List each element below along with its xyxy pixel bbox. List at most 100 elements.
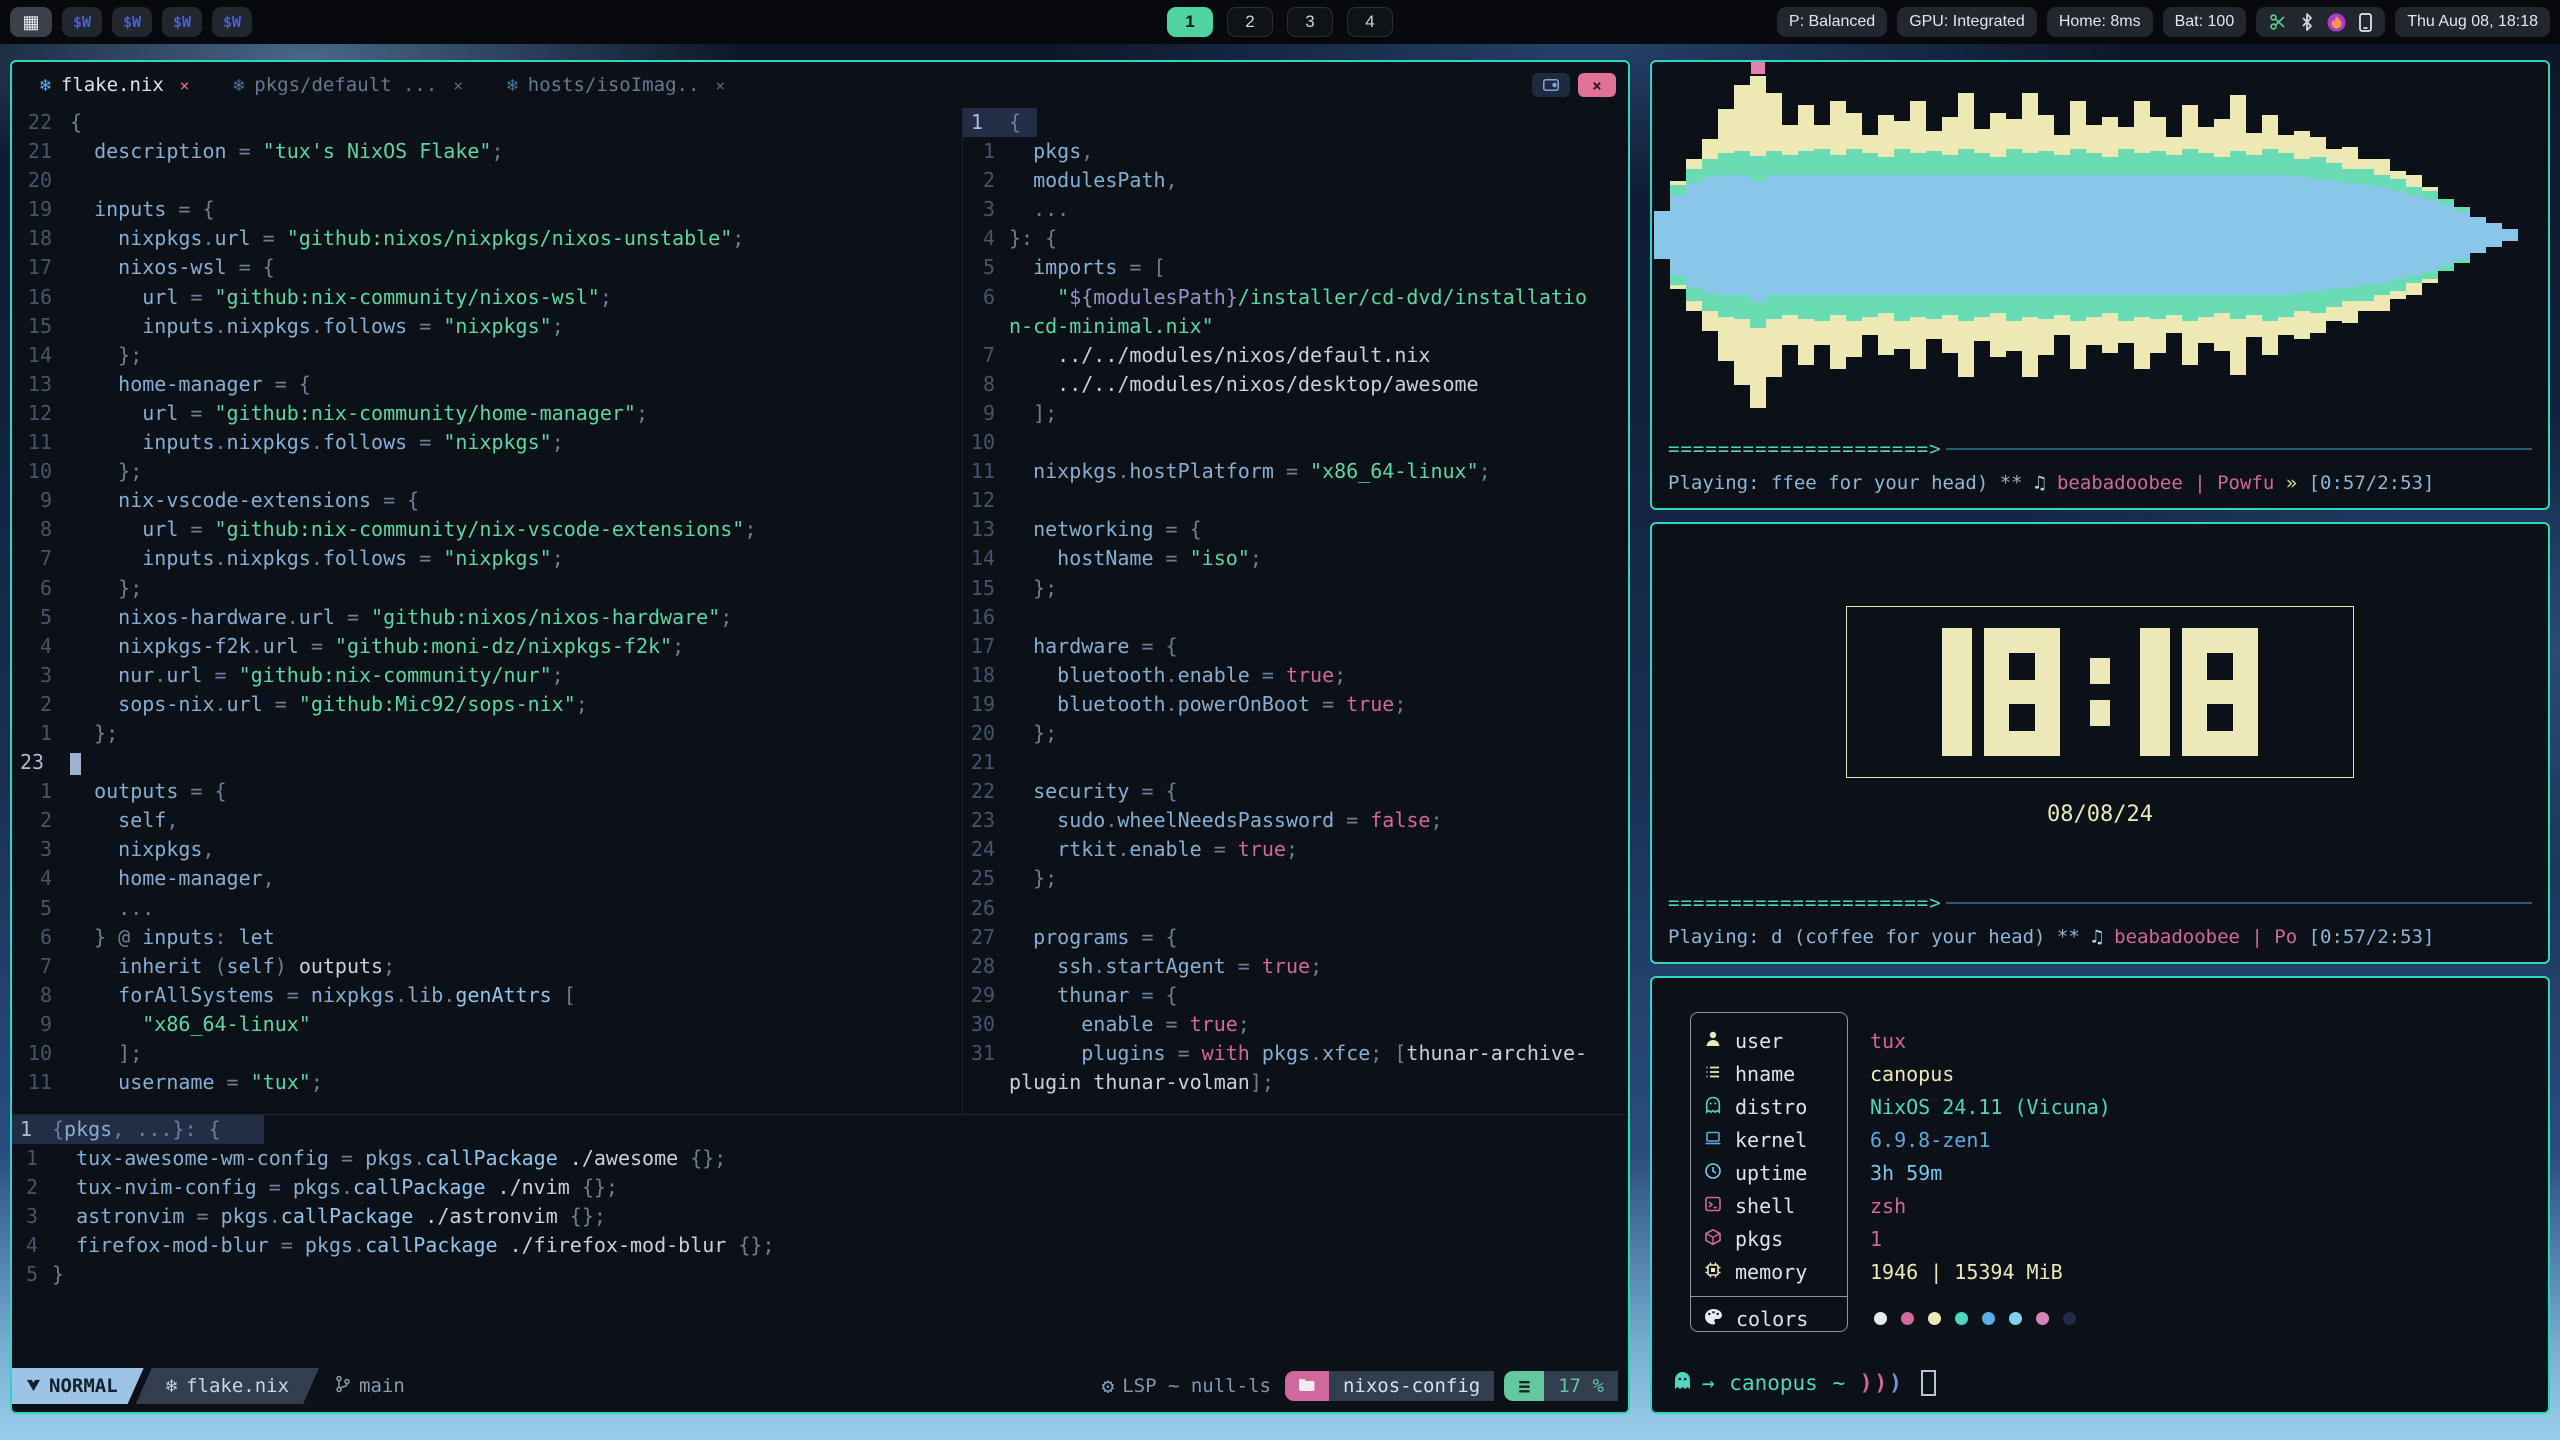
code-line: 9 ]; [963,399,1628,428]
layout-toggle-icon [1543,74,1559,96]
line-number: 1 [12,777,70,806]
workspace-chip[interactable]: $W [62,7,102,37]
editor-tab-hosts-isoImag-[interactable]: ❄hosts/isoImag..× [507,74,725,96]
line-number: 2 [963,166,1009,195]
code-line: 4 home-manager, [12,864,962,893]
window-close-button[interactable]: × [1578,73,1616,97]
workspace-chip[interactable]: $W [162,7,202,37]
code-line: 4}: { [963,224,1628,253]
code-line: 17 nixos-wsl = { [12,253,962,282]
fetch-row: memory [1704,1255,1807,1288]
code-line: 21 [963,748,1628,777]
visualizer-bar [2358,159,2374,311]
color-dot [1901,1312,1914,1325]
screen-tab-4[interactable]: 4 [1347,7,1393,37]
code-line: 23 sudo.wheelNeedsPassword = false; [963,806,1628,835]
hostname-icon [1704,1062,1722,1086]
visualizer-bar [2054,135,2070,335]
clock-colon [2090,628,2110,756]
color-dot [1874,1312,1887,1325]
shell-icon [1704,1194,1722,1218]
code-line: 20 }; [963,719,1628,748]
code-line: 17 hardware = { [963,632,1628,661]
line-number: 26 [963,894,1009,923]
line-number: 21 [963,748,1009,777]
screen-tab-3[interactable]: 3 [1287,7,1333,37]
screen-tab-2[interactable]: 2 [1227,7,1273,37]
line-number: 1 [12,1115,52,1144]
line-number: 2 [12,806,70,835]
kernel-icon [1704,1128,1722,1152]
line-number: 31 [963,1039,1009,1068]
visualizer-bar [2086,125,2102,345]
line-number: 7 [963,341,1009,370]
status-chip-list: P: BalancedGPU: IntegratedHome: 8msBat: … [1777,7,2246,37]
code-line: 4 firefox-mod-blur = pkgs.callPackage ./… [12,1231,1628,1260]
scroll-percent-segment: 17 % [1544,1371,1618,1401]
pane-flake-nix[interactable]: 22{21 description = "tux's NixOS Flake";… [12,108,962,1114]
line-number: 3 [12,835,70,864]
visualizer-bar [2278,135,2294,335]
editor-tab-pkgs-default-[interactable]: ❄pkgs/default ...× [233,74,463,96]
screen-tab-1[interactable]: 1 [1167,7,1213,37]
tab-close-icon[interactable]: × [715,76,725,95]
color-dot [2063,1312,2076,1325]
song-progress-bar[interactable]: =====================> [1668,438,2532,460]
colors-label: colors [1736,1307,1808,1331]
digital-clock [1846,606,2354,778]
scroll-badge: ≡ [1504,1371,1544,1401]
fetch-value: 6.9.8-zen1 [1870,1123,2111,1156]
code-line: 7 ../../modules/nixos/default.nix [963,341,1628,370]
nix-snowflake-icon: ❄ [40,75,51,96]
line-number: 15 [963,574,1009,603]
project-badge[interactable] [1285,1371,1329,1401]
clock-window: 08/08/24 =====================> Playing:… [1650,522,2550,964]
code-line: 18 nixpkgs.url = "github:nixos/nixpkgs/n… [12,224,962,253]
visualizer-bar [2022,93,2038,377]
workspace-chip[interactable]: $W [212,7,252,37]
code-line: 4 nixpkgs-f2k.url = "github:moni-dz/nixp… [12,632,962,661]
scroll-percent-label: 17 % [1558,1375,1604,1397]
line-number: 17 [963,632,1009,661]
line-number: 13 [12,370,70,399]
visualizer-bar [2406,175,2422,295]
line-number: 9 [963,399,1009,428]
visualizer-bar [2470,217,2486,253]
pane-iso-image[interactable]: 1{1 pkgs,2 modulesPath,3 ...4}: {5 impor… [963,108,1628,1114]
line-number: 14 [963,544,1009,573]
pane-pkgs-default[interactable]: 1{pkgs, ...}: {1 tux-awesome-wm-config =… [12,1115,1628,1290]
lines-icon: ≡ [1518,1374,1530,1398]
scissors-icon[interactable] [2269,13,2287,31]
code-line: 13 networking = { [963,515,1628,544]
titlebar-toggle-button[interactable] [1532,73,1570,97]
branch-label: main [359,1375,405,1397]
visualizer-window: =====================> Playing: ffee for… [1650,60,2550,510]
status-chip: P: Balanced [1777,7,1887,37]
file-label: flake.nix [186,1375,289,1397]
line-number: 16 [12,283,70,312]
shell-prompt[interactable]: → canopus ~ ))) [1672,1370,1936,1396]
editor-window: ❄flake.nix×❄pkgs/default ...×❄hosts/isoI… [10,60,1630,1414]
phone-icon[interactable] [2359,13,2372,32]
fetch-value-column: tuxcanopusNixOS 24.11 (Vicuna)6.9.8-zen1… [1870,1024,2111,1288]
visualizer-bar [1670,181,1686,289]
bluetooth-icon[interactable] [2300,13,2314,31]
tab-close-icon[interactable]: × [453,76,463,95]
line-number: 6 [12,574,70,603]
flame-icon[interactable] [2327,13,2346,32]
editor-tab-flake-nix[interactable]: ❄flake.nix× [40,74,189,96]
visualizer-bar [2150,117,2166,353]
launcher-button[interactable]: ▦ [10,7,52,37]
uptime-icon [1704,1161,1722,1185]
clock-chip[interactable]: Thu Aug 08, 18:18 [2395,7,2550,37]
status-chip: Home: 8ms [2047,7,2153,37]
nix-snowflake-icon: ❄ [166,1375,177,1397]
song-progress-bar-2[interactable]: =====================> [1668,892,2532,914]
palette-icon [1704,1307,1723,1331]
color-dot [2036,1312,2049,1325]
fetch-terminal-window[interactable]: userhnamedistrokerneluptimeshellpkgsmemo… [1650,976,2550,1414]
tab-close-icon[interactable]: × [180,76,190,95]
visualizer-bar [1878,115,1894,355]
project-segment[interactable]: nixos-config [1329,1371,1494,1401]
workspace-chip[interactable]: $W [112,7,152,37]
